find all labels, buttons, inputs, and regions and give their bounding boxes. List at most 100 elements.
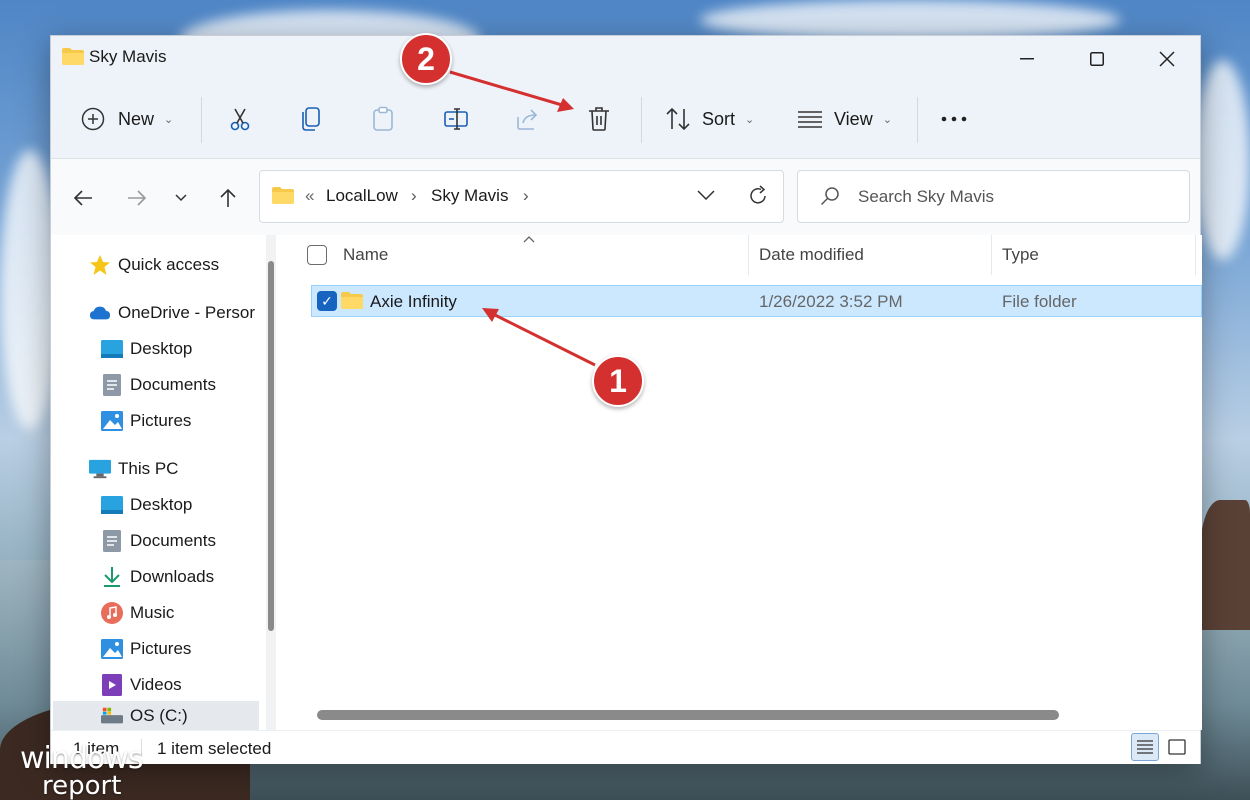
breadcrumb-separator[interactable]: › <box>523 186 529 206</box>
up-button[interactable] <box>213 183 243 213</box>
column-divider[interactable] <box>991 235 992 275</box>
breadcrumb-sky-mavis[interactable]: Sky Mavis <box>431 186 508 206</box>
sidebar-item-label: Documents <box>130 531 216 550</box>
folder-icon <box>272 187 294 204</box>
sidebar-scrollbar-thumb[interactable] <box>268 261 274 631</box>
details-view-button[interactable] <box>1131 733 1159 761</box>
view-button[interactable]: View ⌄ <box>797 97 892 141</box>
arrow-right-icon <box>128 190 147 206</box>
horizontal-scrollbar-thumb[interactable] <box>317 710 1059 720</box>
logo-line-1: windows <box>20 741 143 776</box>
select-all-checkbox[interactable] <box>307 245 327 265</box>
share-button[interactable] <box>515 97 541 141</box>
tiles-view-icon <box>1168 739 1186 755</box>
minimize-icon <box>1020 57 1034 59</box>
chevron-down-icon[interactable] <box>697 190 715 200</box>
column-header-type[interactable]: Type <box>1002 245 1039 265</box>
background-cloud <box>700 0 1120 40</box>
background-rock <box>1200 500 1250 630</box>
delete-button[interactable] <box>587 97 611 141</box>
minimize-button[interactable] <box>992 36 1062 81</box>
paste-button[interactable] <box>371 97 395 141</box>
close-button[interactable] <box>1132 36 1202 81</box>
music-icon <box>101 602 123 624</box>
file-type: File folder <box>1002 292 1077 311</box>
breadcrumb-locallow[interactable]: LocalLow <box>326 186 398 206</box>
new-button[interactable]: New ⌄ <box>81 97 173 141</box>
navigation-pane: Quick access OneDrive - Persor Desktop D… <box>51 235 259 730</box>
row-checkbox-checked[interactable]: ✓ <box>317 291 337 311</box>
paste-icon <box>373 106 393 131</box>
details-view-icon <box>1137 740 1153 754</box>
recent-locations-button[interactable] <box>166 183 196 213</box>
window-title: Sky Mavis <box>89 47 167 66</box>
sidebar-item-label: Quick access <box>118 255 220 274</box>
sidebar-item-documents[interactable]: Documents <box>101 526 216 556</box>
sidebar-item-desktop[interactable]: Desktop <box>101 490 192 520</box>
step-badge-1: 1 <box>592 355 644 407</box>
status-bar: 1 item 1 item selected <box>51 730 1200 764</box>
address-overflow[interactable]: « <box>305 186 314 206</box>
sidebar-item-this-pc[interactable]: This PC <box>89 454 178 484</box>
toolbar-divider <box>641 97 642 143</box>
rename-button[interactable] <box>443 97 469 141</box>
search-box[interactable]: Search Sky Mavis <box>797 170 1190 223</box>
sidebar-item-music[interactable]: Music <box>101 598 174 628</box>
view-lines-icon <box>798 111 822 128</box>
toolbar-divider <box>201 97 202 143</box>
chevron-down-icon: ⌄ <box>882 113 892 126</box>
logo-line-2: report <box>42 771 122 800</box>
refresh-icon[interactable] <box>747 185 769 207</box>
breadcrumb-separator[interactable]: › <box>411 186 417 206</box>
more-options-button[interactable] <box>941 97 967 141</box>
sidebar-item-label: This PC <box>118 459 179 478</box>
computer-icon <box>89 458 111 480</box>
plus-circle-icon <box>81 107 105 131</box>
arrow-left-icon <box>73 190 92 206</box>
sort-button[interactable]: Sort ⌄ <box>665 97 754 141</box>
column-header-name[interactable]: Name <box>343 245 388 265</box>
new-button-label: New <box>118 108 155 129</box>
column-divider[interactable] <box>1195 235 1196 275</box>
tiles-view-button[interactable] <box>1163 733 1191 761</box>
download-icon <box>101 566 123 588</box>
sidebar-item-label: Music <box>130 603 175 622</box>
scissors-icon <box>230 108 250 131</box>
sidebar-item-label: OS (C:) <box>130 706 188 725</box>
file-row-axie-infinity[interactable]: ✓ Axie Infinity 1/26/2022 3:52 PM File f… <box>311 285 1202 317</box>
sidebar-item-pictures[interactable]: Pictures <box>101 406 191 436</box>
chevron-down-icon: ⌄ <box>745 113 755 126</box>
chevron-down-icon <box>175 194 187 202</box>
column-divider[interactable] <box>748 235 749 275</box>
address-bar[interactable]: « LocalLow › Sky Mavis › <box>259 170 784 223</box>
copy-button[interactable] <box>299 97 323 141</box>
windows-report-logo: windows report <box>20 741 143 800</box>
title-bar: Sky Mavis <box>51 36 1200 81</box>
sidebar-item-os-drive[interactable]: OS (C:) <box>53 701 259 730</box>
close-icon <box>1159 50 1175 67</box>
sidebar-item-desktop[interactable]: Desktop <box>101 334 192 364</box>
sidebar-item-onedrive[interactable]: OneDrive - Persor <box>89 298 255 328</box>
share-icon <box>517 109 538 130</box>
back-button[interactable] <box>68 183 98 213</box>
column-header-date-modified[interactable]: Date modified <box>759 245 864 265</box>
sidebar-item-label: Desktop <box>130 495 193 514</box>
sidebar-item-pictures[interactable]: Pictures <box>101 634 191 664</box>
sidebar-item-downloads[interactable]: Downloads <box>101 562 214 592</box>
maximize-button[interactable] <box>1062 36 1132 81</box>
sidebar-item-documents[interactable]: Documents <box>101 370 216 400</box>
sidebar-item-quick-access[interactable]: Quick access <box>89 250 219 280</box>
cut-button[interactable] <box>227 97 253 141</box>
folder-icon <box>62 48 84 65</box>
file-date-modified: 1/26/2022 3:52 PM <box>759 292 903 311</box>
desktop-icon <box>101 494 123 516</box>
navigation-bar: « LocalLow › Sky Mavis › Search Sky Mavi… <box>51 159 1200 235</box>
more-icon <box>941 116 967 122</box>
pictures-icon <box>101 410 123 432</box>
copy-icon <box>302 107 320 131</box>
document-icon <box>101 530 123 552</box>
sidebar-item-videos[interactable]: Videos <box>101 670 182 700</box>
chevron-down-icon: ⌄ <box>164 113 174 126</box>
forward-button[interactable] <box>122 183 152 213</box>
sidebar-item-label: Desktop <box>130 339 193 358</box>
